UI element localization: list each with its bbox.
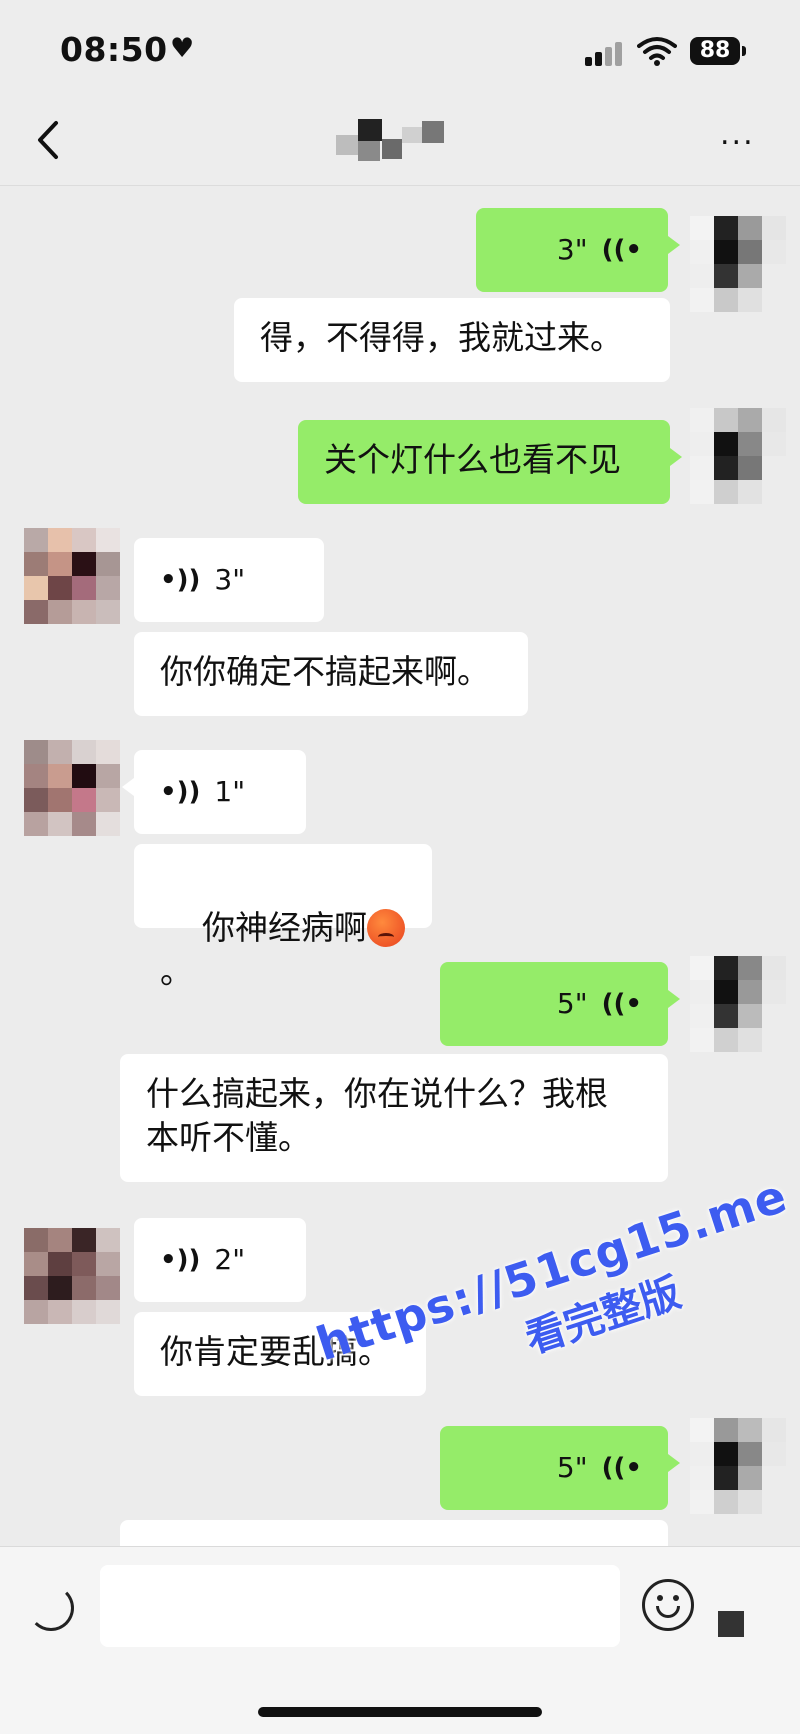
text-message-incoming[interactable]: 你神经病啊。	[134, 844, 432, 991]
voice-wave-icon: •))	[160, 1245, 201, 1275]
voice-wave-icon: ((•	[601, 1453, 642, 1483]
voice-wave-icon: •))	[160, 777, 201, 807]
voice-message-incoming[interactable]: •)) 3"	[134, 538, 324, 622]
battery-tip	[742, 46, 746, 56]
voice-duration: 1"	[214, 775, 246, 808]
voice-duration: 2"	[214, 1243, 246, 1276]
status-time: 08:50	[60, 30, 168, 69]
message-input[interactable]	[100, 1565, 620, 1647]
status-bar: 08:50 ♥ 88	[0, 0, 800, 95]
more-icon[interactable]: ...	[720, 120, 765, 150]
chat-header: ...	[0, 95, 800, 186]
voice-message-outgoing[interactable]: 5" ((•	[440, 1426, 680, 1510]
wifi-icon	[637, 37, 677, 66]
voice-duration: 5"	[556, 987, 588, 1020]
voice-duration: 3"	[214, 563, 246, 596]
avatar-contact[interactable]	[24, 528, 120, 624]
avatar-self[interactable]	[690, 1418, 786, 1514]
angry-face-icon	[366, 909, 405, 947]
chat-message-list[interactable]: 3" ((• 得，不得得，我就过来。 关个灯什么也看不见 •)) 3" 你你确定…	[0, 186, 800, 1546]
voice-wave-icon: ((•	[601, 989, 642, 1019]
text-message-incoming[interactable]: 你你确定不搞起来啊。	[134, 632, 528, 716]
voice-message-incoming[interactable]: •)) 2"	[134, 1218, 306, 1302]
signal-icon	[585, 40, 625, 66]
voice-wave-icon: •))	[160, 565, 201, 595]
back-chevron-icon[interactable]	[30, 115, 70, 165]
avatar-self[interactable]	[690, 216, 786, 312]
avatar-contact[interactable]	[24, 1228, 120, 1324]
partially-hidden-message[interactable]	[120, 1520, 668, 1546]
plus-icon[interactable]	[718, 1611, 744, 1637]
message-text: 你神经病啊	[201, 908, 367, 947]
text-message-outgoing[interactable]: 关个灯什么也看不见	[298, 420, 682, 504]
emoji-icon[interactable]	[642, 1579, 694, 1631]
contact-name-blurred	[330, 113, 460, 168]
heart-icon: ♥	[170, 33, 195, 64]
avatar-self[interactable]	[690, 408, 786, 504]
battery-icon: 88	[690, 37, 740, 65]
avatar-self[interactable]	[690, 956, 786, 1052]
text-message-incoming[interactable]: 你肯定要乱搞。	[134, 1312, 426, 1396]
avatar-contact[interactable]	[24, 740, 120, 836]
voice-toggle-icon[interactable]	[28, 1585, 74, 1631]
voice-duration: 3"	[556, 233, 588, 266]
home-indicator	[258, 1707, 542, 1717]
input-bar	[0, 1546, 800, 1734]
text-message-outgoing[interactable]: 什么搞起来，你在说什么？我根 本听不懂。	[120, 1054, 668, 1182]
message-punctuation: 。	[160, 952, 193, 991]
voice-message-outgoing[interactable]: 5" ((•	[440, 962, 680, 1046]
text-message-outgoing[interactable]: 得，不得得，我就过来。	[234, 298, 670, 382]
voice-message-outgoing[interactable]: 3" ((•	[476, 208, 680, 292]
voice-message-incoming[interactable]: •)) 1"	[122, 750, 306, 834]
voice-wave-icon: ((•	[601, 235, 642, 265]
voice-duration: 5"	[556, 1451, 588, 1484]
